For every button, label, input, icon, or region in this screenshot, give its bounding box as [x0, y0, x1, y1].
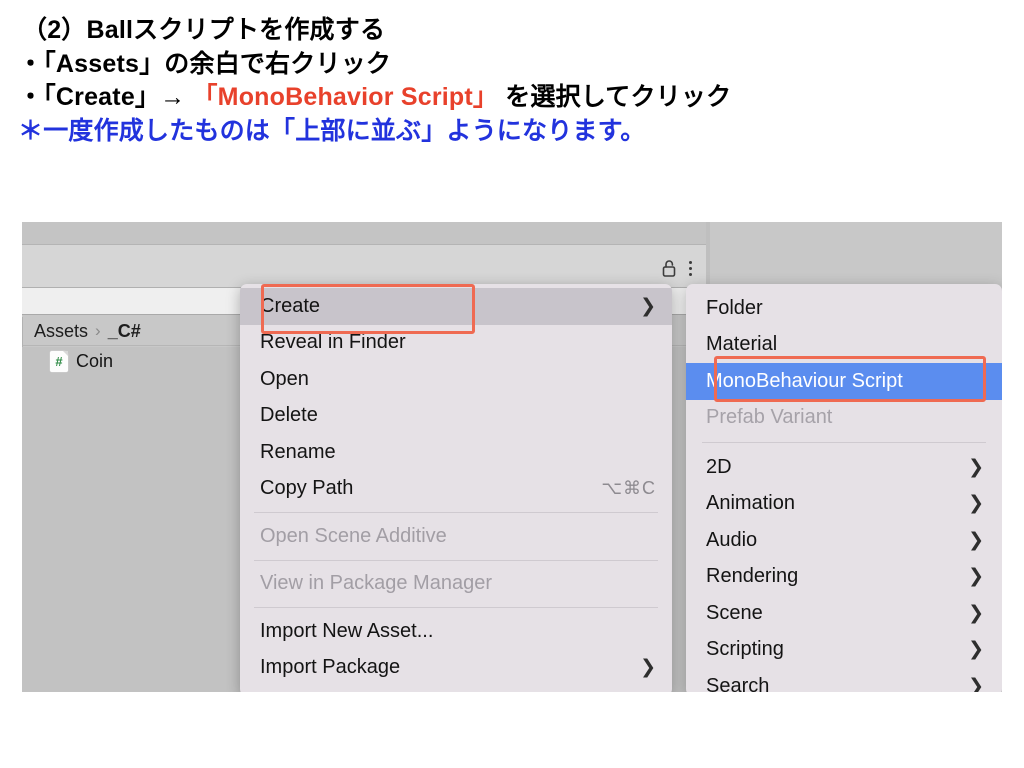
menu-item-label: Reveal in Finder	[260, 331, 406, 354]
breadcrumb-root[interactable]: Assets	[34, 321, 88, 342]
chevron-right-icon: ❯	[968, 602, 984, 624]
submenu-item-label: Scene	[706, 601, 763, 624]
menu-item-copy-path[interactable]: Copy Path ⌥⌘C	[240, 471, 672, 508]
menu-item-create[interactable]: Create ❯	[240, 288, 672, 325]
slide-bullet-2-part-c: を選択してクリック	[498, 83, 732, 111]
menu-item-label: Import New Asset...	[260, 619, 434, 642]
chevron-right-icon: ❯	[640, 295, 656, 317]
breadcrumb-separator-icon: ›	[95, 321, 101, 340]
menu-item-label: Import Package	[260, 656, 401, 679]
menu-item-label: Rename	[260, 440, 336, 463]
submenu-separator	[702, 442, 986, 443]
chevron-right-icon: ❯	[968, 639, 984, 661]
submenu-item-material[interactable]: Material	[686, 327, 1002, 364]
slide-bullet-2-part-a: ・「Create」→	[18, 83, 193, 111]
menu-item-shortcut: ⌥⌘C	[601, 478, 656, 499]
asset-label: Coin	[76, 350, 114, 371]
submenu-item-label: Animation	[706, 492, 795, 515]
submenu-item-monobehaviour-script[interactable]: MonoBehaviour Script	[686, 363, 1002, 400]
submenu-item-label: Material	[706, 333, 778, 356]
chevron-right-icon: ❯	[968, 566, 984, 588]
menu-separator	[254, 607, 658, 608]
menu-item-reveal-in-finder[interactable]: Reveal in Finder	[240, 325, 672, 362]
submenu-item-scripting[interactable]: Scripting ❯	[686, 632, 1002, 669]
chevron-right-icon: ❯	[968, 529, 984, 551]
slide-heading: （2）Ballスクリプトを作成する	[22, 16, 386, 44]
project-toolbar	[22, 245, 706, 288]
submenu-item-label: Search	[706, 674, 770, 692]
chevron-right-icon: ❯	[968, 493, 984, 515]
panel-tabstrip[interactable]	[22, 222, 706, 245]
menu-item-rename[interactable]: Rename	[240, 434, 672, 471]
menu-item-view-in-package-manager: View in Package Manager	[240, 566, 672, 603]
submenu-item-label: Rendering	[706, 565, 799, 588]
menu-separator	[254, 512, 658, 513]
slide-text-block: （2）Ballスクリプトを作成する ・「Assets」の余白で右クリック ・「C…	[0, 0, 1024, 148]
menu-item-label: Create	[260, 294, 321, 317]
submenu-item-label: 2D	[706, 455, 732, 478]
slide-bullet-1: ・「Assets」の余白で右クリック	[18, 49, 392, 78]
create-submenu[interactable]: Folder Material MonoBehaviour Script Prefab…	[686, 284, 1002, 692]
submenu-item-folder[interactable]: Folder	[686, 290, 1002, 327]
menu-item-import-new-asset[interactable]: Import New Asset...	[240, 613, 672, 650]
menu-item-delete[interactable]: Delete	[240, 398, 672, 435]
menu-item-label: Delete	[260, 404, 318, 427]
submenu-item-label: Scripting	[706, 638, 784, 661]
slide-note: ＊一度作成したものは「上部に並ぶ」ようになります。	[18, 116, 646, 145]
menu-item-label: Open	[260, 367, 309, 390]
chevron-right-icon: ❯	[968, 675, 984, 692]
submenu-item-2d[interactable]: 2D ❯	[686, 449, 1002, 486]
submenu-item-scene[interactable]: Scene ❯	[686, 595, 1002, 632]
submenu-item-rendering[interactable]: Rendering ❯	[686, 559, 1002, 596]
chevron-right-icon: ❯	[968, 456, 984, 478]
submenu-item-audio[interactable]: Audio ❯	[686, 522, 1002, 559]
breadcrumb-current[interactable]: _C#	[108, 321, 141, 342]
menu-item-open-scene-additive: Open Scene Additive	[240, 518, 672, 555]
csharp-script-icon: #	[50, 350, 68, 372]
menu-item-open[interactable]: Open	[240, 361, 672, 398]
menu-item-label: Open Scene Additive	[260, 524, 447, 547]
submenu-item-prefab-variant: Prefab Variant	[686, 400, 1002, 437]
menu-item-label: View in Package Manager	[260, 572, 492, 595]
slide-bullet-2-emphasis: 「MonoBehavior Script」	[192, 83, 499, 111]
context-menu[interactable]: Create ❯ Reveal in Finder Open Delete Rename C…	[240, 284, 672, 692]
chevron-right-icon: ❯	[640, 657, 656, 679]
submenu-item-animation[interactable]: Animation ❯	[686, 486, 1002, 523]
toolbar-icon-group	[662, 259, 692, 277]
submenu-item-label: Audio	[706, 528, 758, 551]
submenu-item-label: Prefab Variant	[706, 406, 833, 429]
submenu-item-label: Folder	[706, 296, 763, 319]
slide-bullet-2: ・「Create」→ 「MonoBehavior Script」 を選択してクリ…	[0, 81, 1024, 115]
unity-editor-screenshot: Assets › _C# # Coin Create ❯ Reveal in Fin…	[22, 222, 1002, 692]
submenu-item-label: MonoBehaviour Script	[706, 369, 903, 392]
menu-separator	[254, 559, 658, 561]
more-options-icon[interactable]	[689, 260, 692, 276]
menu-item-import-package[interactable]: Import Package ❯	[240, 650, 672, 687]
menu-item-label: Copy Path	[260, 477, 354, 500]
submenu-item-search[interactable]: Search ❯	[686, 668, 1002, 692]
unlocked-padlock-icon[interactable]	[662, 259, 677, 277]
